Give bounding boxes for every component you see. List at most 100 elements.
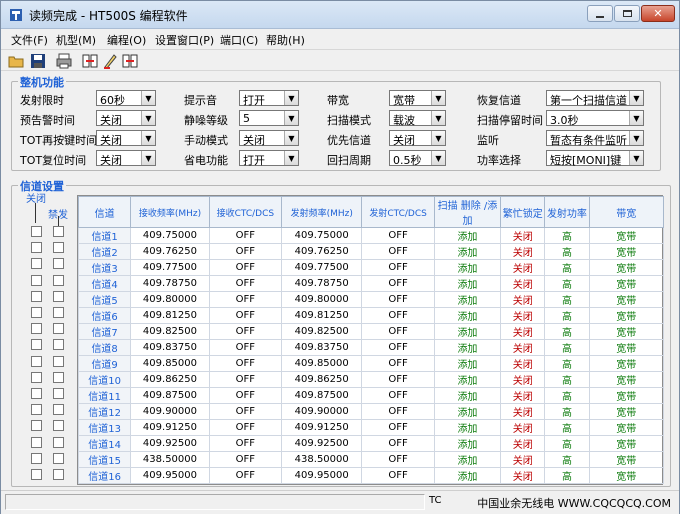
close-checkbox[interactable] <box>31 242 42 254</box>
cell-busy-lock[interactable]: 关闭 <box>500 419 546 436</box>
maximize-button[interactable] <box>614 5 640 22</box>
cell-tx-ctcdcs[interactable]: OFF <box>361 419 435 436</box>
cell-rx-freq[interactable]: 409.83750 <box>130 339 210 356</box>
cell-tx-ctcdcs[interactable]: OFF <box>361 227 435 244</box>
cell-rx-ctcdcs[interactable]: OFF <box>208 259 283 276</box>
cell-tx-freq[interactable]: 409.81250 <box>281 307 363 324</box>
cell-bandwidth[interactable]: 宽带 <box>588 323 665 340</box>
cell-tx-freq[interactable]: 409.87500 <box>281 387 363 404</box>
cell-bandwidth[interactable]: 宽带 <box>588 259 665 276</box>
cell-tx-ctcdcs[interactable]: OFF <box>361 323 435 340</box>
open-icon[interactable] <box>7 52 25 70</box>
cell-tx-power[interactable]: 高 <box>544 467 590 484</box>
cell-bandwidth[interactable]: 宽带 <box>588 307 665 324</box>
cell-channel[interactable]: 信道10 <box>77 371 132 388</box>
tot-reset-select[interactable]: 关闭 ▼ <box>96 150 156 167</box>
header-channel[interactable]: 信道 <box>77 196 132 228</box>
cell-channel[interactable]: 信道9 <box>77 355 132 372</box>
cell-tx-freq[interactable]: 409.77500 <box>281 259 363 276</box>
cell-tx-freq[interactable]: 409.92500 <box>281 435 363 452</box>
cell-bandwidth[interactable]: 宽带 <box>588 275 665 292</box>
cell-rx-freq[interactable]: 409.80000 <box>130 291 210 308</box>
cell-bandwidth[interactable]: 宽带 <box>588 227 665 244</box>
restore-channel-select[interactable]: 第一个扫描信道 ▼ <box>546 90 644 107</box>
cell-channel[interactable]: 信道1 <box>77 227 132 244</box>
header-tx-freq[interactable]: 发射频率(MHz) <box>281 196 363 228</box>
cell-tx-power[interactable]: 高 <box>544 387 590 404</box>
cell-scan[interactable]: 添加 <box>433 307 502 324</box>
cell-tx-ctcdcs[interactable]: OFF <box>361 355 435 372</box>
header-bandwidth[interactable]: 带宽 <box>588 196 665 228</box>
cell-tx-power[interactable]: 高 <box>544 259 590 276</box>
read-icon[interactable] <box>81 52 99 70</box>
close-checkbox[interactable] <box>31 307 42 318</box>
header-rx-ctcdcs[interactable]: 接收CTC/DCS <box>208 196 283 228</box>
close-checkbox[interactable] <box>31 290 42 302</box>
cell-rx-ctcdcs[interactable]: OFF <box>208 243 283 260</box>
cell-tx-ctcdcs[interactable]: OFF <box>361 291 435 308</box>
cell-scan[interactable]: 添加 <box>433 467 502 484</box>
cell-scan[interactable]: 添加 <box>433 355 502 372</box>
cell-rx-freq[interactable]: 409.81250 <box>130 307 210 324</box>
cell-tx-power[interactable]: 高 <box>544 291 590 308</box>
cell-bandwidth[interactable]: 宽带 <box>588 371 665 388</box>
cell-bandwidth[interactable]: 宽带 <box>588 403 665 420</box>
cell-busy-lock[interactable]: 关闭 <box>500 435 546 452</box>
cell-tx-freq[interactable]: 409.85000 <box>281 355 363 372</box>
cell-channel[interactable]: 信道7 <box>77 323 132 340</box>
cell-busy-lock[interactable]: 关闭 <box>500 387 546 404</box>
close-checkbox[interactable] <box>31 274 42 286</box>
cell-scan[interactable]: 添加 <box>433 371 502 388</box>
cell-busy-lock[interactable]: 关闭 <box>500 307 546 324</box>
save-icon[interactable] <box>29 52 47 70</box>
cell-tx-freq[interactable]: 438.50000 <box>281 451 363 468</box>
cell-tx-freq[interactable]: 409.90000 <box>281 403 363 420</box>
forbid-tx-checkbox[interactable] <box>53 226 64 237</box>
cell-tx-ctcdcs[interactable]: OFF <box>361 275 435 292</box>
cell-tx-power[interactable]: 高 <box>544 339 590 356</box>
cell-scan[interactable]: 添加 <box>433 259 502 276</box>
close-checkbox[interactable] <box>31 436 42 448</box>
close-checkbox[interactable] <box>31 323 42 335</box>
cell-channel[interactable]: 信道6 <box>77 307 132 324</box>
cell-tx-ctcdcs[interactable]: OFF <box>361 371 435 388</box>
cell-busy-lock[interactable]: 关闭 <box>500 259 546 276</box>
cell-tx-ctcdcs[interactable]: OFF <box>361 307 435 324</box>
cell-channel[interactable]: 信道2 <box>77 243 132 260</box>
close-checkbox[interactable] <box>31 469 42 480</box>
cell-busy-lock[interactable]: 关闭 <box>500 467 546 484</box>
close-checkbox[interactable] <box>31 452 42 464</box>
forbid-tx-checkbox[interactable] <box>53 388 64 399</box>
forbid-tx-checkbox[interactable] <box>53 420 64 432</box>
close-checkbox[interactable] <box>31 420 42 432</box>
menu-port[interactable]: 端口(C) <box>220 32 258 48</box>
header-busy-lock[interactable]: 繁忙锁定 <box>500 196 546 228</box>
cell-rx-ctcdcs[interactable]: OFF <box>208 291 283 308</box>
cell-scan[interactable]: 添加 <box>433 451 502 468</box>
cell-rx-freq[interactable]: 409.85000 <box>130 355 210 372</box>
cell-scan[interactable]: 添加 <box>433 339 502 356</box>
cell-channel[interactable]: 信道4 <box>77 275 132 292</box>
forbid-tx-checkbox[interactable] <box>53 355 64 367</box>
cell-busy-lock[interactable]: 关闭 <box>500 403 546 420</box>
cell-channel[interactable]: 信道16 <box>77 467 132 484</box>
cell-bandwidth[interactable]: 宽带 <box>588 387 665 404</box>
minimize-button[interactable] <box>587 5 613 22</box>
cell-channel[interactable]: 信道14 <box>77 435 132 452</box>
close-checkbox[interactable] <box>31 226 42 237</box>
cell-busy-lock[interactable]: 关闭 <box>500 339 546 356</box>
cell-rx-freq[interactable]: 409.87500 <box>130 387 210 404</box>
cell-rx-ctcdcs[interactable]: OFF <box>208 467 283 484</box>
cell-rx-ctcdcs[interactable]: OFF <box>208 387 283 404</box>
cell-tx-ctcdcs[interactable]: OFF <box>361 403 435 420</box>
cell-rx-freq[interactable]: 409.76250 <box>130 243 210 260</box>
header-rx-freq[interactable]: 接收频率(MHz) <box>130 196 210 228</box>
cell-channel[interactable]: 信道12 <box>77 403 132 420</box>
bandwidth-select[interactable]: 宽带 ▼ <box>389 90 446 107</box>
power-save-select[interactable]: 打开 ▼ <box>239 150 299 167</box>
close-checkbox[interactable] <box>31 404 42 416</box>
cell-channel[interactable]: 信道11 <box>77 387 132 404</box>
cell-rx-freq[interactable]: 409.91250 <box>130 419 210 436</box>
cell-rx-freq[interactable]: 409.77500 <box>130 259 210 276</box>
cell-tx-freq[interactable]: 409.76250 <box>281 243 363 260</box>
